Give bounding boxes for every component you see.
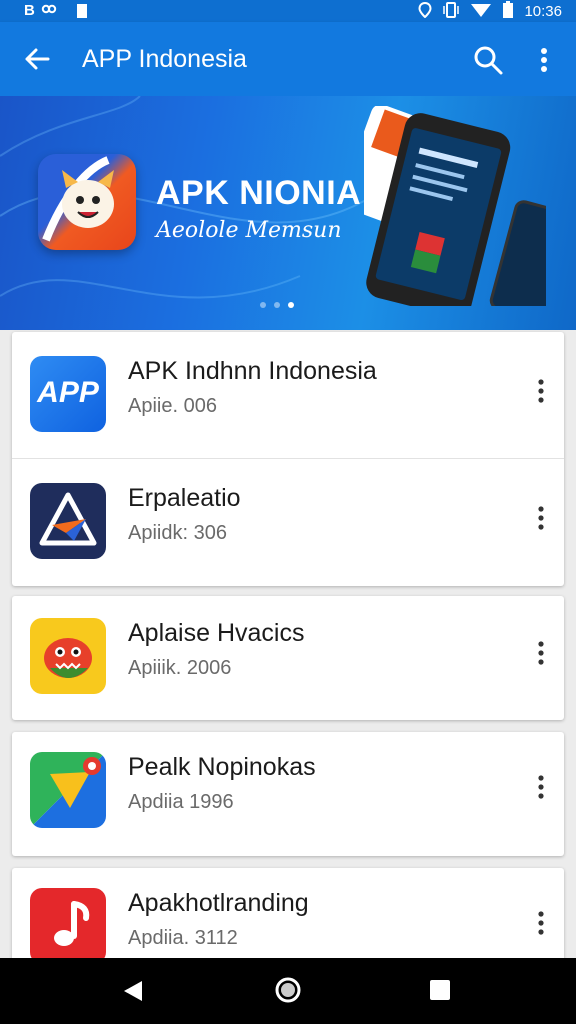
app-card: Aplaise Hvacics Apiiik. 2006 (12, 596, 564, 720)
status-right-icons: 10:36 (418, 1, 562, 23)
app-name: Pealk Nopinokas (128, 753, 316, 781)
nav-home-icon[interactable] (274, 976, 302, 1004)
banner-title: APK NIONIA (156, 174, 362, 212)
app-list-item[interactable]: APP APK Indhnn Indonesia Apiie. 006 (12, 332, 564, 458)
banner-subtitle: Aeolole Memsun (156, 218, 342, 243)
app-name: Aplaise Hvacics (128, 619, 305, 647)
location-icon (418, 1, 432, 22)
app-subtitle: Apiie. 006 (128, 395, 217, 417)
system-nav-bar (0, 958, 576, 1024)
link-icon (41, 1, 57, 21)
more-vert-icon[interactable] (532, 503, 550, 533)
more-vert-icon[interactable] (532, 908, 550, 938)
sim-icon (76, 4, 87, 18)
app-bar-title: APP Indonesia (82, 45, 247, 73)
app-logo-icon: APP (30, 356, 106, 432)
pager-dot-active[interactable] (288, 302, 294, 308)
music-note-icon (30, 888, 106, 964)
wifi-icon (470, 2, 492, 22)
more-vert-icon[interactable] (532, 772, 550, 802)
app-name: Apakhotlranding (128, 889, 309, 917)
app-bar: APP Indonesia (0, 22, 576, 96)
pager-dot[interactable] (274, 302, 280, 308)
app-subtitle: Apdiia. 3112 (128, 927, 238, 949)
vibrate-icon (442, 2, 460, 22)
bluetooth-icon: B (24, 2, 35, 19)
monster-mascot-icon (30, 618, 106, 694)
app-card-group: APP APK Indhnn Indonesia Apiie. 006 Erpa… (12, 332, 564, 586)
status-time: 10:36 (524, 3, 562, 20)
arrow-left-icon[interactable] (20, 42, 54, 76)
app-list-item[interactable]: Pealk Nopinokas Apdiia 1996 (12, 728, 564, 854)
app-subtitle: Apiidk: 306 (128, 522, 227, 544)
status-bar: B 10:36 (0, 0, 576, 22)
banner-app-logo (38, 154, 136, 250)
pager-dot[interactable] (260, 302, 266, 308)
nav-recents-icon[interactable] (430, 980, 450, 1000)
nav-back-icon[interactable] (120, 978, 146, 1004)
status-left-icons: B (24, 1, 87, 21)
more-vert-icon[interactable] (532, 376, 550, 406)
search-icon[interactable] (470, 42, 506, 78)
more-vert-icon[interactable] (532, 638, 550, 668)
navigation-arrow-icon (30, 483, 106, 559)
app-logo-text: APP (37, 376, 99, 409)
app-subtitle: Apdiia 1996 (128, 791, 234, 813)
app-list-item[interactable]: Erpaleatio Apiidk: 306 (12, 459, 564, 585)
app-subtitle: Apiiik. 2006 (128, 657, 232, 679)
app-list-item[interactable]: Apakhotlranding Apdiia. 3112 (12, 864, 564, 964)
app-name: Erpaleatio (128, 484, 241, 512)
promo-banner[interactable]: APK NIONIA Aeolole Memsun (0, 96, 576, 330)
folded-arrow-icon (30, 752, 106, 828)
app-name: APK Indhnn Indonesia (128, 357, 377, 385)
battery-icon (502, 1, 514, 23)
app-card: Pealk Nopinokas Apdiia 1996 (12, 732, 564, 856)
app-list-item[interactable]: Aplaise Hvacics Apiiik. 2006 (12, 594, 564, 720)
banner-pager (260, 302, 294, 308)
more-vert-icon[interactable] (528, 42, 560, 78)
banner-phone-image (340, 104, 576, 322)
